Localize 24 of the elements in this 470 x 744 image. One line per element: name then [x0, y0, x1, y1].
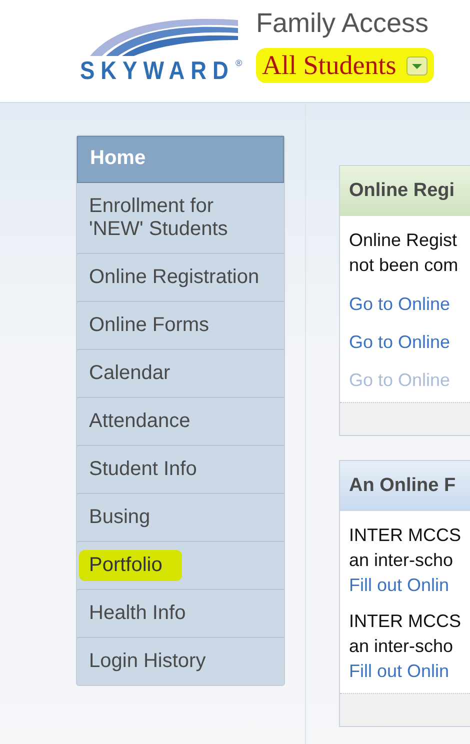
- registration-link[interactable]: Go to Online: [349, 330, 461, 354]
- card-header: Online Regi: [340, 166, 470, 216]
- registration-link[interactable]: Go to Online: [349, 292, 461, 316]
- card-header: An Online F: [340, 461, 470, 511]
- app-title: Family Access: [256, 7, 430, 40]
- sidebar-item[interactable]: Login History: [77, 638, 284, 685]
- sidebar-item[interactable]: Online Forms: [77, 302, 284, 350]
- form-link[interactable]: Fill out Onlin: [349, 573, 461, 597]
- sidebar-item[interactable]: Calendar: [77, 350, 284, 398]
- sidebar-item[interactable]: Portfolio: [77, 542, 284, 590]
- dropdown-icon[interactable]: [406, 56, 428, 76]
- student-selector[interactable]: All Students: [256, 48, 434, 83]
- card-text: Online Regist not been com: [349, 229, 460, 277]
- sidebar-item[interactable]: Attendance: [77, 398, 284, 446]
- sidebar-item[interactable]: Enrollment for 'NEW' Students: [77, 183, 284, 254]
- sidebar-item[interactable]: Busing: [77, 494, 284, 542]
- logo-text: SKYWARD: [80, 56, 234, 86]
- sidebar-item[interactable]: Online Registration: [77, 254, 284, 302]
- form-description: INTER MCCS an inter-scho: [349, 524, 461, 572]
- sidebar-item[interactable]: Student Info: [77, 446, 284, 494]
- form-description: INTER MCCS an inter-scho: [349, 610, 461, 658]
- form-link[interactable]: Fill out Onlin: [349, 659, 461, 683]
- sidebar-item[interactable]: Health Info: [77, 590, 284, 638]
- registered-mark: ®: [235, 58, 242, 68]
